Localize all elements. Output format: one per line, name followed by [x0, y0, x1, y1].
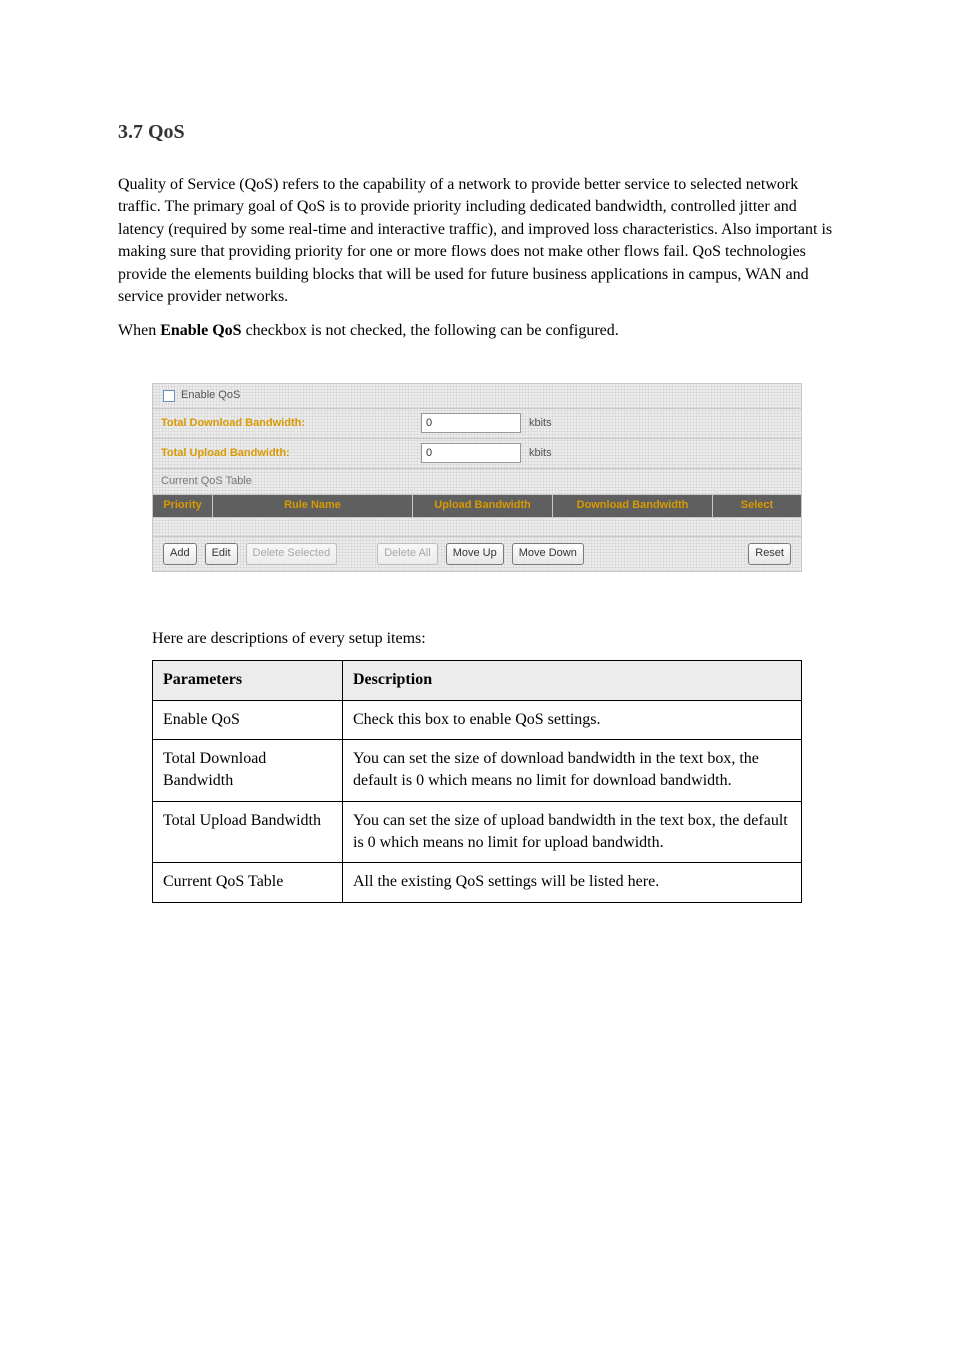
- delete-selected-button[interactable]: Delete Selected: [246, 543, 338, 565]
- upload-bandwidth-input[interactable]: [421, 443, 521, 463]
- intro-paragraph-2: When Enable QoS checkbox is not checked,…: [118, 320, 836, 342]
- desc-value: You can set the size of upload bandwidth…: [343, 801, 802, 863]
- upload-bandwidth-row: Total Upload Bandwidth: kbits: [152, 439, 802, 469]
- intro-paragraph-1: Quality of Service (QoS) refers to the c…: [118, 174, 836, 308]
- qos-table-header: Priority Rule Name Upload Bandwidth Down…: [152, 495, 802, 518]
- desc-col-param: Parameters: [153, 661, 343, 700]
- desc-value: Check this box to enable QoS settings.: [343, 700, 802, 739]
- col-download-bw: Download Bandwidth: [553, 495, 713, 517]
- desc-table-header-row: Parameters Description: [153, 661, 802, 700]
- upload-bandwidth-unit: kbits: [529, 446, 552, 461]
- download-bandwidth-row: Total Download Bandwidth: kbits: [152, 409, 802, 439]
- section-title: 3.7 QoS: [118, 118, 836, 146]
- upload-bandwidth-label: Total Upload Bandwidth:: [153, 446, 421, 461]
- enable-qos-row: Enable QoS: [152, 383, 802, 409]
- desc-row: Total Upload Bandwidth You can set the s…: [153, 801, 802, 863]
- desc-row: Enable QoS Check this box to enable QoS …: [153, 700, 802, 739]
- intro-p2-suffix: checkbox is not checked, the following c…: [242, 322, 619, 339]
- qos-button-row: Add Edit Delete Selected Delete All Move…: [152, 537, 802, 572]
- qos-table-body-empty: [152, 518, 802, 537]
- col-priority: Priority: [153, 495, 213, 517]
- move-up-button[interactable]: Move Up: [446, 543, 504, 565]
- desc-param: Enable QoS: [153, 700, 343, 739]
- col-upload-bw: Upload Bandwidth: [413, 495, 553, 517]
- desc-value: All the existing QoS settings will be li…: [343, 863, 802, 902]
- delete-all-button[interactable]: Delete All: [377, 543, 437, 565]
- intro-body: Quality of Service (QoS) refers to the c…: [118, 174, 836, 343]
- desc-value: You can set the size of download bandwid…: [343, 739, 802, 801]
- download-bandwidth-unit: kbits: [529, 416, 552, 431]
- col-select: Select: [713, 495, 801, 517]
- desc-col-desc: Description: [343, 661, 802, 700]
- desc-heading: Here are descriptions of every setup ite…: [152, 628, 802, 650]
- intro-p2-bold: Enable QoS: [160, 322, 241, 339]
- enable-qos-checkbox[interactable]: [163, 390, 175, 402]
- enable-qos-label: Enable QoS: [181, 388, 240, 403]
- intro-p2-prefix: When: [118, 322, 160, 339]
- desc-param: Current QoS Table: [153, 863, 343, 902]
- move-down-button[interactable]: Move Down: [512, 543, 584, 565]
- add-button[interactable]: Add: [163, 543, 197, 565]
- qos-table-caption: Current QoS Table: [152, 469, 802, 495]
- download-bandwidth-label: Total Download Bandwidth:: [153, 416, 421, 431]
- desc-row: Current QoS Table All the existing QoS s…: [153, 863, 802, 902]
- desc-param: Total Download Bandwidth: [153, 739, 343, 801]
- desc-param: Total Upload Bandwidth: [153, 801, 343, 863]
- desc-row: Total Download Bandwidth You can set the…: [153, 739, 802, 801]
- desc-table: Parameters Description Enable QoS Check …: [152, 660, 802, 903]
- qos-config-panel: Enable QoS Total Download Bandwidth: kbi…: [152, 383, 802, 572]
- download-bandwidth-input[interactable]: [421, 413, 521, 433]
- edit-button[interactable]: Edit: [205, 543, 238, 565]
- col-rule-name: Rule Name: [213, 495, 413, 517]
- reset-button[interactable]: Reset: [748, 543, 791, 565]
